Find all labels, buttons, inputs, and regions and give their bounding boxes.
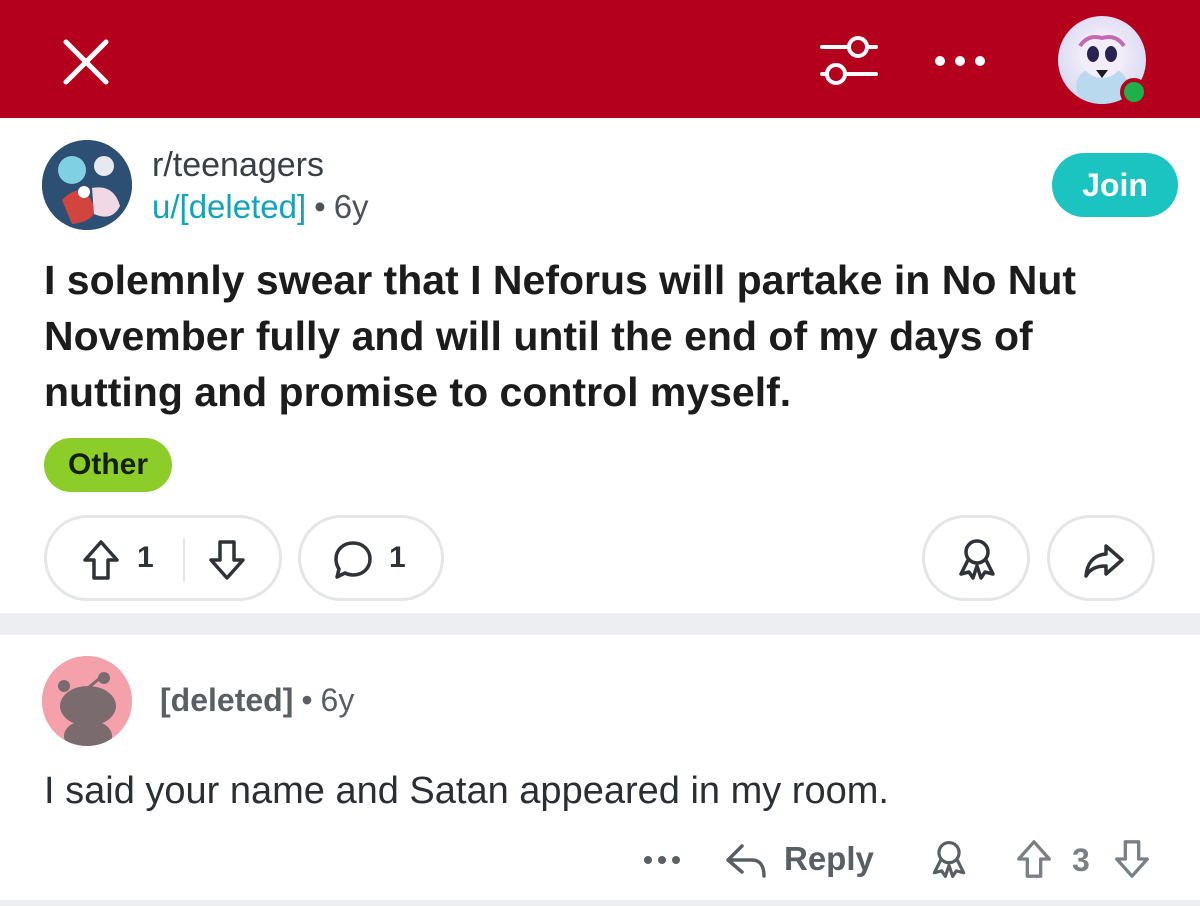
more-horizontal-icon[interactable] xyxy=(928,44,992,78)
section-divider xyxy=(0,613,1200,635)
vote-divider xyxy=(183,538,185,582)
post-meta: u/[deleted] • 6y xyxy=(152,188,369,226)
snoo-avatar-icon xyxy=(42,656,132,746)
share-arrow-icon xyxy=(1084,544,1124,578)
subreddit-avatar[interactable] xyxy=(42,140,132,230)
online-status-dot xyxy=(1120,78,1148,106)
share-button[interactable] xyxy=(1047,515,1155,601)
post-flair[interactable]: Other xyxy=(44,438,173,492)
comment-score: 3 xyxy=(1072,842,1090,878)
comment-award-icon[interactable] xyxy=(928,838,970,880)
post-age: 6y xyxy=(333,188,369,225)
comment-age: 6y xyxy=(320,682,355,718)
close-icon[interactable] xyxy=(58,34,114,90)
award-icon xyxy=(959,539,995,580)
comment-separator: • xyxy=(301,682,313,718)
award-button[interactable] xyxy=(922,515,1030,601)
comment-count: 1 xyxy=(389,541,406,574)
comments-button[interactable]: 1 xyxy=(298,515,444,601)
top-bar xyxy=(0,0,1200,118)
subreddit-name[interactable]: r/teenagers xyxy=(152,146,324,185)
comment-body: I said your name and Satan appeared in m… xyxy=(44,770,889,812)
bottom-divider xyxy=(0,900,1200,906)
comment-downvote-icon[interactable] xyxy=(1112,838,1152,880)
downvote-icon[interactable] xyxy=(207,538,247,582)
post-author[interactable]: u/[deleted] xyxy=(152,188,306,225)
comment-more-icon[interactable] xyxy=(642,850,682,870)
comment-bubble-icon xyxy=(334,541,372,579)
subreddit-avatar-image xyxy=(42,140,132,230)
reply-button[interactable]: Reply xyxy=(784,840,874,878)
meta-separator: • xyxy=(314,188,326,225)
vote-bar: 1 xyxy=(44,515,282,601)
sort-filter-icon[interactable] xyxy=(818,30,880,92)
post-score: 1 xyxy=(137,541,154,574)
comment-meta: [deleted] • 6y xyxy=(160,682,354,719)
join-button[interactable]: Join xyxy=(1052,153,1178,217)
comment-author[interactable]: [deleted] xyxy=(160,682,293,718)
comment-upvote-icon[interactable] xyxy=(1014,838,1054,880)
upvote-icon[interactable] xyxy=(81,538,121,582)
comment-avatar[interactable] xyxy=(42,656,132,746)
post-title[interactable]: I solemnly swear that I Neforus will par… xyxy=(44,252,1164,420)
reply-arrow-icon[interactable] xyxy=(724,838,768,882)
